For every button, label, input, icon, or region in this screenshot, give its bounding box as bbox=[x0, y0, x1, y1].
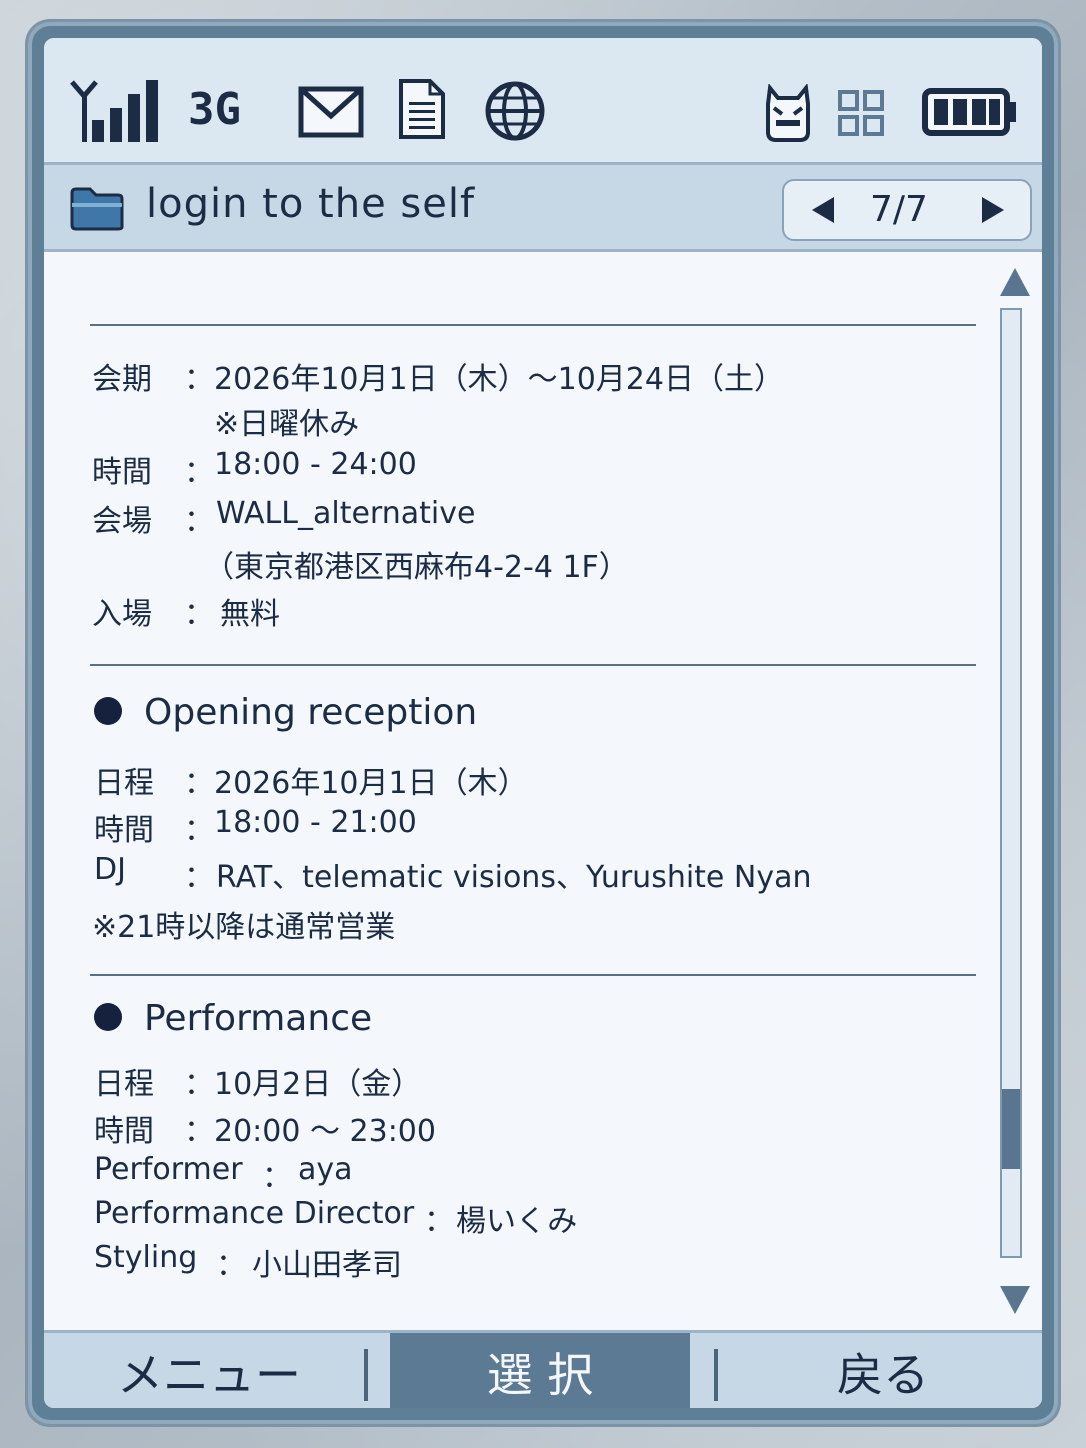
title-bar: login to the self 7/7 bbox=[44, 165, 1042, 252]
opening-time-key: 時間 bbox=[94, 813, 154, 848]
opening-note: ※21時以降は通常営業 bbox=[92, 910, 396, 945]
director-value: 楊いくみ bbox=[456, 1204, 578, 1239]
colon: ： bbox=[216, 1248, 246, 1283]
document-icon[interactable] bbox=[398, 78, 446, 140]
colon: ： bbox=[184, 597, 214, 632]
divider bbox=[90, 324, 976, 326]
colon: ： bbox=[424, 1204, 454, 1239]
opening-date-value: 2026年10月1日（木） bbox=[214, 766, 528, 801]
opening-heading-text: Opening reception bbox=[144, 692, 478, 733]
colon: ： bbox=[184, 362, 214, 397]
folder-icon bbox=[70, 187, 124, 231]
phone-screen: 3G login to the self 7/7 会期 ： 2026年10月1日… bbox=[44, 38, 1042, 1408]
period-key: 会期 bbox=[92, 362, 152, 397]
grid-icon[interactable] bbox=[838, 90, 884, 136]
styling-value: 小山田孝司 bbox=[252, 1248, 402, 1283]
bullet-icon bbox=[94, 1003, 122, 1031]
colon: ： bbox=[184, 766, 214, 801]
network-label: 3G bbox=[188, 84, 241, 135]
back-softkey[interactable]: 戻る bbox=[724, 1333, 1042, 1408]
opening-time-value: 18:00 - 21:00 bbox=[214, 805, 417, 840]
page-pager: 7/7 bbox=[782, 179, 1032, 241]
battery-icon bbox=[922, 88, 1016, 136]
globe-icon[interactable] bbox=[484, 80, 546, 142]
time-value: 18:00 - 24:00 bbox=[214, 447, 417, 482]
scrollbar[interactable] bbox=[1000, 308, 1022, 1258]
opening-dj-key: DJ bbox=[94, 852, 126, 887]
colon: ： bbox=[184, 860, 214, 895]
entry-value: 無料 bbox=[220, 597, 280, 632]
envelope-icon[interactable] bbox=[298, 86, 364, 138]
content-area: 会期 ： 2026年10月1日（木）～10月24日（土） ※日曜休み 時間 ： … bbox=[44, 252, 1042, 1328]
colon: ： bbox=[184, 1114, 214, 1149]
signal-icon bbox=[70, 80, 158, 142]
performance-date-value: 10月2日（金） bbox=[214, 1067, 422, 1102]
select-softkey[interactable]: 選 択 bbox=[390, 1333, 690, 1408]
page-title: login to the self bbox=[146, 181, 476, 227]
divider bbox=[90, 974, 976, 976]
venue-key: 会場 bbox=[92, 504, 152, 539]
softkey-bar: メニュー 選 択 戻る bbox=[44, 1330, 1042, 1408]
time-key: 時間 bbox=[92, 455, 152, 490]
opening-dj-value: RAT、telematic visions、Yurushite Nyan bbox=[216, 860, 812, 895]
colon: ： bbox=[184, 455, 214, 490]
performance-heading: Performance bbox=[94, 998, 372, 1039]
next-page-arrow-icon[interactable] bbox=[980, 195, 1006, 225]
scrollbar-thumb[interactable] bbox=[1002, 1089, 1020, 1169]
scroll-up-arrow-icon[interactable] bbox=[998, 266, 1032, 298]
bullet-icon bbox=[94, 697, 122, 725]
period-value: 2026年10月1日（木）～10月24日（土） bbox=[214, 362, 784, 397]
softkey-separator bbox=[364, 1349, 368, 1401]
opening-heading: Opening reception bbox=[94, 692, 477, 733]
scroll-down-arrow-icon[interactable] bbox=[998, 1284, 1032, 1316]
colon: ： bbox=[262, 1160, 292, 1195]
performance-time-key: 時間 bbox=[94, 1114, 154, 1149]
opening-date-key: 日程 bbox=[94, 766, 154, 801]
period-note: ※日曜休み bbox=[214, 407, 360, 442]
director-key: Performance Director bbox=[94, 1196, 415, 1231]
phone-frame: 3G login to the self 7/7 会期 ： 2026年10月1日… bbox=[28, 22, 1058, 1424]
venue-address: （東京都港区西麻布4-2-4 1F） bbox=[204, 550, 629, 585]
prev-page-arrow-icon[interactable] bbox=[810, 195, 836, 225]
styling-key: Styling bbox=[94, 1240, 198, 1275]
entry-key: 入場 bbox=[92, 597, 152, 632]
page-counter: 7/7 bbox=[870, 189, 928, 230]
performance-date-key: 日程 bbox=[94, 1067, 154, 1102]
colon: ： bbox=[184, 813, 214, 848]
softkey-separator bbox=[714, 1349, 718, 1401]
performer-value: aya bbox=[298, 1152, 353, 1187]
colon: ： bbox=[184, 1067, 214, 1102]
divider bbox=[90, 664, 976, 666]
colon: ： bbox=[184, 504, 214, 539]
menu-softkey[interactable]: メニュー bbox=[44, 1333, 374, 1408]
mascot-icon bbox=[766, 84, 810, 142]
venue-value: WALL_alternative bbox=[216, 496, 476, 531]
status-bar: 3G bbox=[44, 38, 1042, 165]
performance-heading-text: Performance bbox=[144, 998, 373, 1039]
performer-key: Performer bbox=[94, 1152, 243, 1187]
performance-time-value: 20:00 ～ 23:00 bbox=[214, 1114, 436, 1149]
